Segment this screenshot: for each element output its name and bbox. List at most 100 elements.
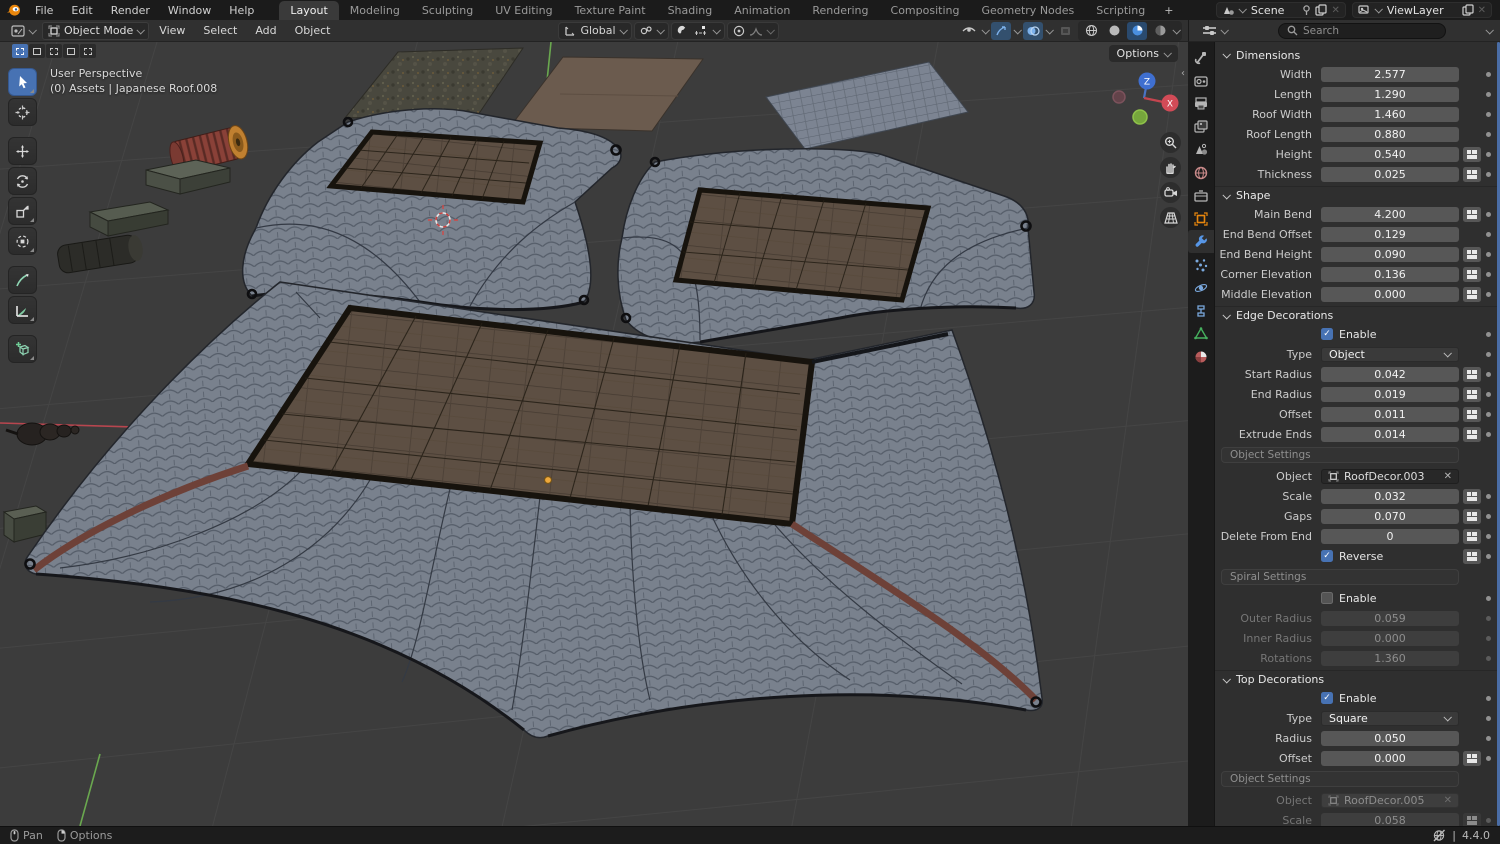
menu-add[interactable]: Add xyxy=(247,24,284,37)
animate-decorator[interactable] xyxy=(1486,252,1491,257)
object-picker[interactable]: RoofDecor.005 ✕ xyxy=(1321,793,1459,808)
animate-decorator[interactable] xyxy=(1486,616,1491,621)
animate-decorator[interactable] xyxy=(1486,232,1491,237)
animate-decorator[interactable] xyxy=(1486,756,1491,761)
input-attribute-toggle[interactable] xyxy=(1463,267,1481,282)
select-mode-extend[interactable] xyxy=(29,44,45,58)
3d-viewport[interactable]: Options ‹ User Perspective (0) Assets | … xyxy=(0,42,1188,826)
snapping-controls[interactable] xyxy=(671,22,725,40)
input-attribute-toggle[interactable] xyxy=(1463,367,1481,382)
search-input[interactable] xyxy=(1303,25,1403,37)
number-field[interactable]: 0.136 xyxy=(1321,267,1459,282)
subpanel-object-settings-2[interactable]: Object Settings xyxy=(1221,771,1459,787)
select-mode-intersect[interactable] xyxy=(80,44,96,58)
animate-decorator[interactable] xyxy=(1486,392,1491,397)
tab-rendering[interactable]: Rendering xyxy=(801,1,879,20)
number-field[interactable]: 0.129 xyxy=(1321,227,1459,242)
tool-transform[interactable] xyxy=(8,227,37,255)
input-attribute-toggle[interactable] xyxy=(1463,751,1481,766)
zoom-button[interactable] xyxy=(1160,132,1181,153)
animate-decorator[interactable] xyxy=(1486,92,1491,97)
type-dropdown[interactable]: Square xyxy=(1321,711,1459,726)
roof-object-c[interactable] xyxy=(25,282,1042,738)
tool-scale[interactable] xyxy=(8,197,37,225)
animate-decorator[interactable] xyxy=(1486,696,1491,701)
camera-view-button[interactable] xyxy=(1160,182,1181,203)
texture-plane-stone[interactable] xyxy=(345,48,523,118)
input-attribute-toggle[interactable] xyxy=(1463,529,1481,544)
roof-object-b[interactable] xyxy=(618,149,1034,343)
menu-select[interactable]: Select xyxy=(195,24,245,37)
asset-bricks[interactable] xyxy=(90,160,230,236)
number-field[interactable]: 0.540 xyxy=(1321,147,1459,162)
shading-solid-button[interactable] xyxy=(1104,22,1124,40)
mode-selector[interactable]: Object Mode xyxy=(42,22,149,40)
animate-decorator[interactable] xyxy=(1486,72,1491,77)
number-field[interactable]: 4.200 xyxy=(1321,207,1459,222)
roof-object-a[interactable] xyxy=(243,109,621,310)
menu-window[interactable]: Window xyxy=(159,0,220,20)
pan-hand-button[interactable] xyxy=(1160,157,1181,178)
tool-select-box[interactable] xyxy=(8,68,37,96)
menu-edit[interactable]: Edit xyxy=(62,0,101,20)
asset-finial[interactable] xyxy=(6,423,79,445)
tool-move[interactable] xyxy=(8,137,37,165)
number-field[interactable]: 0.019 xyxy=(1321,387,1459,402)
pivot-point-selector[interactable] xyxy=(634,22,669,40)
tab-physics[interactable] xyxy=(1188,276,1214,299)
input-attribute-toggle[interactable] xyxy=(1463,427,1481,442)
input-attribute-toggle[interactable] xyxy=(1463,207,1481,222)
tab-modeling[interactable]: Modeling xyxy=(339,1,411,20)
number-field[interactable]: 0.058 xyxy=(1321,813,1459,827)
number-field[interactable]: 0.014 xyxy=(1321,427,1459,442)
checkbox-unchecked[interactable] xyxy=(1321,592,1333,604)
add-workspace-button[interactable]: + xyxy=(1156,1,1181,20)
show-object-types-button[interactable] xyxy=(959,22,979,40)
number-field[interactable]: 0.050 xyxy=(1321,731,1459,746)
checkbox-checked[interactable]: ✓ xyxy=(1321,692,1333,704)
section-top-decorations[interactable]: Top Decorations xyxy=(1215,670,1500,688)
editor-type-button[interactable] xyxy=(6,22,40,40)
animate-decorator[interactable] xyxy=(1486,152,1491,157)
animate-decorator[interactable] xyxy=(1486,554,1491,559)
new-scene-icon[interactable] xyxy=(1315,4,1327,16)
tool-annotate[interactable] xyxy=(8,266,37,294)
menu-view[interactable]: View xyxy=(151,24,193,37)
tab-view-layer[interactable] xyxy=(1188,115,1214,138)
shading-wireframe-button[interactable] xyxy=(1081,22,1101,40)
animate-decorator[interactable] xyxy=(1486,332,1491,337)
section-edge-decorations[interactable]: Edge Decorations xyxy=(1215,306,1500,324)
gizmos-toggle[interactable] xyxy=(991,22,1011,40)
tab-tool[interactable] xyxy=(1188,46,1214,69)
pin-icon[interactable] xyxy=(1302,5,1311,16)
tab-object[interactable] xyxy=(1188,207,1214,230)
tab-shading[interactable]: Shading xyxy=(657,1,724,20)
input-attribute-toggle[interactable] xyxy=(1463,247,1481,262)
tab-collection[interactable] xyxy=(1188,184,1214,207)
perspective-toggle-button[interactable] xyxy=(1160,207,1181,228)
transform-orientation-selector[interactable]: Global xyxy=(558,22,631,40)
shading-rendered-button[interactable] xyxy=(1150,22,1170,40)
xray-toggle[interactable] xyxy=(1055,22,1075,40)
overlays-toggle[interactable] xyxy=(1023,22,1043,40)
tab-texture-paint[interactable]: Texture Paint xyxy=(564,1,657,20)
tab-material[interactable] xyxy=(1188,345,1214,368)
number-field[interactable]: 0.090 xyxy=(1321,247,1459,262)
animate-decorator[interactable] xyxy=(1486,736,1491,741)
animate-decorator[interactable] xyxy=(1486,596,1491,601)
animate-decorator[interactable] xyxy=(1486,272,1491,277)
clear-object-icon[interactable]: ✕ xyxy=(1444,795,1452,806)
menu-render[interactable]: Render xyxy=(102,0,159,20)
tab-world[interactable] xyxy=(1188,161,1214,184)
menu-help[interactable]: Help xyxy=(220,0,263,20)
gizmo-axis-y[interactable] xyxy=(1133,110,1147,124)
tab-geometry-nodes[interactable]: Geometry Nodes xyxy=(970,1,1085,20)
asset-small-box[interactable] xyxy=(4,506,46,542)
tab-animation[interactable]: Animation xyxy=(723,1,801,20)
proportional-editing[interactable] xyxy=(727,22,779,40)
tab-object-data[interactable] xyxy=(1188,322,1214,345)
gizmo-axis-neg[interactable] xyxy=(1113,91,1125,103)
select-mode-invert[interactable] xyxy=(63,44,79,58)
blender-logo-icon[interactable] xyxy=(0,0,26,20)
animate-decorator[interactable] xyxy=(1486,412,1491,417)
